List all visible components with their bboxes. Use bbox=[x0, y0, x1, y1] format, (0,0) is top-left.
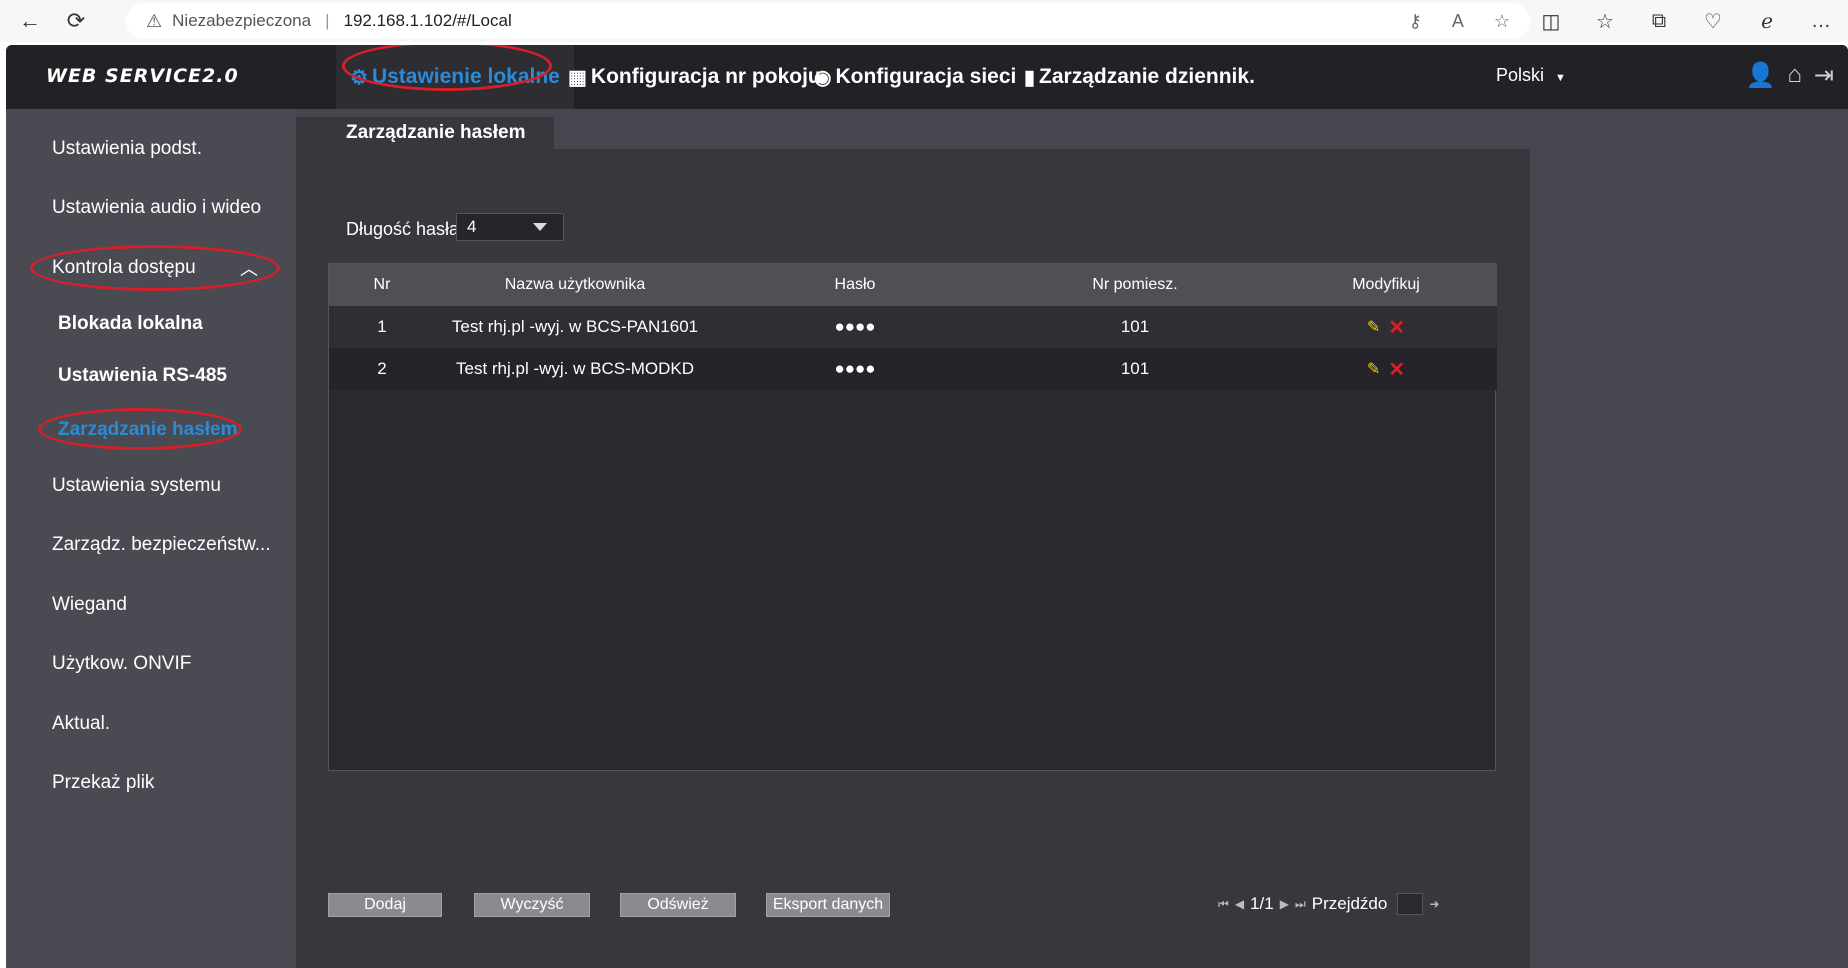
header-nr: Nr bbox=[373, 276, 391, 293]
split-screen-icon[interactable]: ◫ bbox=[1524, 9, 1578, 34]
sidebar-item-system-settings[interactable]: Ustawienia systemu bbox=[52, 475, 221, 497]
row-actions: ✎ ✕ bbox=[1275, 348, 1497, 390]
table-header: Nr Nazwa użytkownika Hasło Nr pomiesz. M… bbox=[329, 264, 1497, 306]
header-username: Nazwa użytkownika bbox=[504, 276, 646, 293]
reload-icon[interactable]: ⟳ bbox=[54, 0, 98, 42]
gear-icon: ⚙ bbox=[350, 66, 368, 89]
goto-label: Przejdźdo bbox=[1311, 894, 1388, 913]
sidebar-item-rs485[interactable]: Ustawienia RS-485 bbox=[58, 365, 227, 387]
logout-icon[interactable]: ⇥ bbox=[1814, 61, 1834, 90]
prev-page-icon[interactable]: ◀ bbox=[1235, 897, 1244, 911]
sidebar-item-local-lock[interactable]: Blokada lokalna bbox=[58, 313, 203, 335]
row-password: ●●●● bbox=[834, 317, 876, 336]
chevron-up-icon[interactable]: ︿ bbox=[240, 255, 258, 281]
log-icon: ▮ bbox=[1024, 66, 1036, 89]
home-icon[interactable]: ⌂ bbox=[1787, 61, 1802, 90]
delete-x-icon[interactable]: ✕ bbox=[1388, 357, 1405, 382]
password-length-select[interactable]: 4 bbox=[456, 213, 564, 241]
warning-icon: ⚠ bbox=[146, 10, 163, 31]
top-navigation: WEB SERVICE2.0 ⚙ Ustawienie lokalne ▦ Ko… bbox=[6, 45, 1848, 109]
dropdown-arrow-icon bbox=[533, 223, 547, 231]
sidebar-item-basic-settings[interactable]: Ustawienia podst. bbox=[52, 138, 202, 160]
users-table: Nr Nazwa użytkownika Hasło Nr pomiesz. M… bbox=[328, 263, 1497, 771]
url-text: 192.168.1.102/#/Local bbox=[343, 11, 512, 30]
nav-log-management[interactable]: ▮ Zarządzanie dziennik. bbox=[1024, 45, 1255, 109]
web-service-app: WEB SERVICE2.0 ⚙ Ustawienie lokalne ▦ Ko… bbox=[6, 45, 1848, 968]
nav-local-settings[interactable]: ⚙ Ustawienie lokalne bbox=[336, 45, 574, 109]
password-length-label: Długość hasła bbox=[346, 219, 460, 239]
globe-icon: ◉ bbox=[814, 66, 832, 89]
tab-password-management[interactable]: Zarządzanie hasłem bbox=[296, 117, 554, 149]
nav-room-config-label: Konfiguracja nr pokoju bbox=[590, 65, 821, 88]
language-select[interactable]: Polski ▼ bbox=[1496, 65, 1566, 86]
read-aloud-icon[interactable]: A bbox=[1452, 11, 1464, 32]
nav-network-config[interactable]: ◉ Konfiguracja sieci bbox=[814, 45, 1016, 109]
row-actions: ✎ ✕ bbox=[1275, 306, 1497, 348]
header-modify: Modyfikuj bbox=[1352, 276, 1420, 293]
sidebar-item-onvif-users[interactable]: Użytkow. ONVIF bbox=[52, 653, 191, 675]
goto-arrow-icon[interactable]: ➜ bbox=[1429, 897, 1439, 911]
collections-icon[interactable]: ⧉ bbox=[1632, 10, 1686, 33]
sidebar-item-access-control[interactable]: Kontrola dostępu bbox=[52, 257, 196, 279]
app-logo: WEB SERVICE2.0 bbox=[46, 65, 239, 87]
row-password: ●●●● bbox=[834, 359, 876, 378]
browser-toolbar: ← ⟳ ⚠ Niezabezpieczona | 192.168.1.102/#… bbox=[0, 0, 1848, 42]
back-icon[interactable]: ← bbox=[8, 0, 52, 42]
next-page-icon[interactable]: ▶ bbox=[1280, 897, 1289, 911]
edge-icon[interactable]: ℯ bbox=[1740, 9, 1794, 34]
password-length-value: 4 bbox=[467, 217, 477, 236]
first-page-icon[interactable]: ⏮ bbox=[1218, 897, 1229, 912]
building-icon: ▦ bbox=[568, 66, 587, 89]
browser-essentials-icon[interactable]: ♡ bbox=[1686, 9, 1740, 34]
nav-log-management-label: Zarządzanie dziennik. bbox=[1039, 65, 1255, 88]
add-button[interactable]: Dodaj bbox=[328, 893, 442, 917]
table-row[interactable]: 2 Test rhj.pl -wyj. w BCS-MODKD ●●●● 101… bbox=[329, 348, 1497, 390]
edit-pencil-icon[interactable]: ✎ bbox=[1367, 359, 1380, 379]
last-page-icon[interactable]: ⏭ bbox=[1295, 897, 1306, 912]
sidebar-item-security[interactable]: Zarządz. bezpieczeństw... bbox=[52, 534, 271, 556]
address-separator: | bbox=[325, 11, 330, 30]
sidebar-item-password-management[interactable]: Zarządzanie hasłem bbox=[58, 419, 238, 441]
content-panel: Długość hasła 4 Nr Nazwa użytkownika Has… bbox=[296, 149, 1530, 968]
row-room: 101 bbox=[1120, 317, 1150, 336]
favorite-star-icon[interactable]: ☆ bbox=[1494, 11, 1510, 32]
refresh-button[interactable]: Odśwież bbox=[620, 893, 736, 917]
table-row[interactable]: 1 Test rhj.pl -wyj. w BCS-PAN1601 ●●●● 1… bbox=[329, 306, 1497, 348]
nav-network-config-label: Konfiguracja sieci bbox=[835, 65, 1017, 88]
address-bar[interactable]: ⚠ Niezabezpieczona | 192.168.1.102/#/Loc… bbox=[126, 3, 1530, 39]
security-warning-text: Niezabezpieczona bbox=[172, 11, 312, 30]
page-indicator: 1/1 bbox=[1250, 894, 1274, 913]
header-room: Nr pomiesz. bbox=[1092, 276, 1178, 293]
export-data-button[interactable]: Eksport danych bbox=[766, 893, 890, 917]
nav-room-config[interactable]: ▦ Konfiguracja nr pokoju bbox=[568, 45, 821, 109]
row-room: 101 bbox=[1120, 359, 1150, 378]
sidebar-item-audio-video[interactable]: Ustawienia audio i wideo bbox=[52, 197, 261, 219]
row-nr: 1 bbox=[377, 317, 387, 336]
edit-pencil-icon[interactable]: ✎ bbox=[1367, 317, 1380, 337]
sidebar: Ustawienia podst. Ustawienia audio i wid… bbox=[6, 109, 296, 968]
goto-page-input[interactable] bbox=[1397, 893, 1424, 915]
user-icon[interactable]: 👤 bbox=[1746, 61, 1776, 90]
more-menu-icon[interactable]: … bbox=[1794, 10, 1848, 33]
header-password: Hasło bbox=[834, 276, 876, 293]
sidebar-item-update[interactable]: Aktual. bbox=[52, 713, 110, 735]
favorites-icon[interactable]: ☆ bbox=[1578, 9, 1632, 34]
row-username: Test rhj.pl -wyj. w BCS-PAN1601 bbox=[451, 317, 699, 336]
delete-x-icon[interactable]: ✕ bbox=[1388, 315, 1405, 340]
pagination: ⏮ ◀ 1/1 ▶ ⏭ Przejdźdo ➜ bbox=[1218, 893, 1439, 915]
key-icon[interactable]: ⚷ bbox=[1409, 11, 1422, 32]
row-username: Test rhj.pl -wyj. w BCS-MODKD bbox=[455, 359, 695, 378]
sidebar-item-file-transfer[interactable]: Przekaż plik bbox=[52, 772, 154, 794]
clear-button[interactable]: Wyczyść bbox=[474, 893, 590, 917]
row-nr: 2 bbox=[377, 359, 387, 378]
language-label: Polski bbox=[1496, 65, 1545, 85]
chevron-down-icon: ▼ bbox=[1555, 72, 1566, 84]
sidebar-item-wiegand[interactable]: Wiegand bbox=[52, 594, 127, 616]
nav-local-settings-label: Ustawienie lokalne bbox=[371, 65, 560, 88]
